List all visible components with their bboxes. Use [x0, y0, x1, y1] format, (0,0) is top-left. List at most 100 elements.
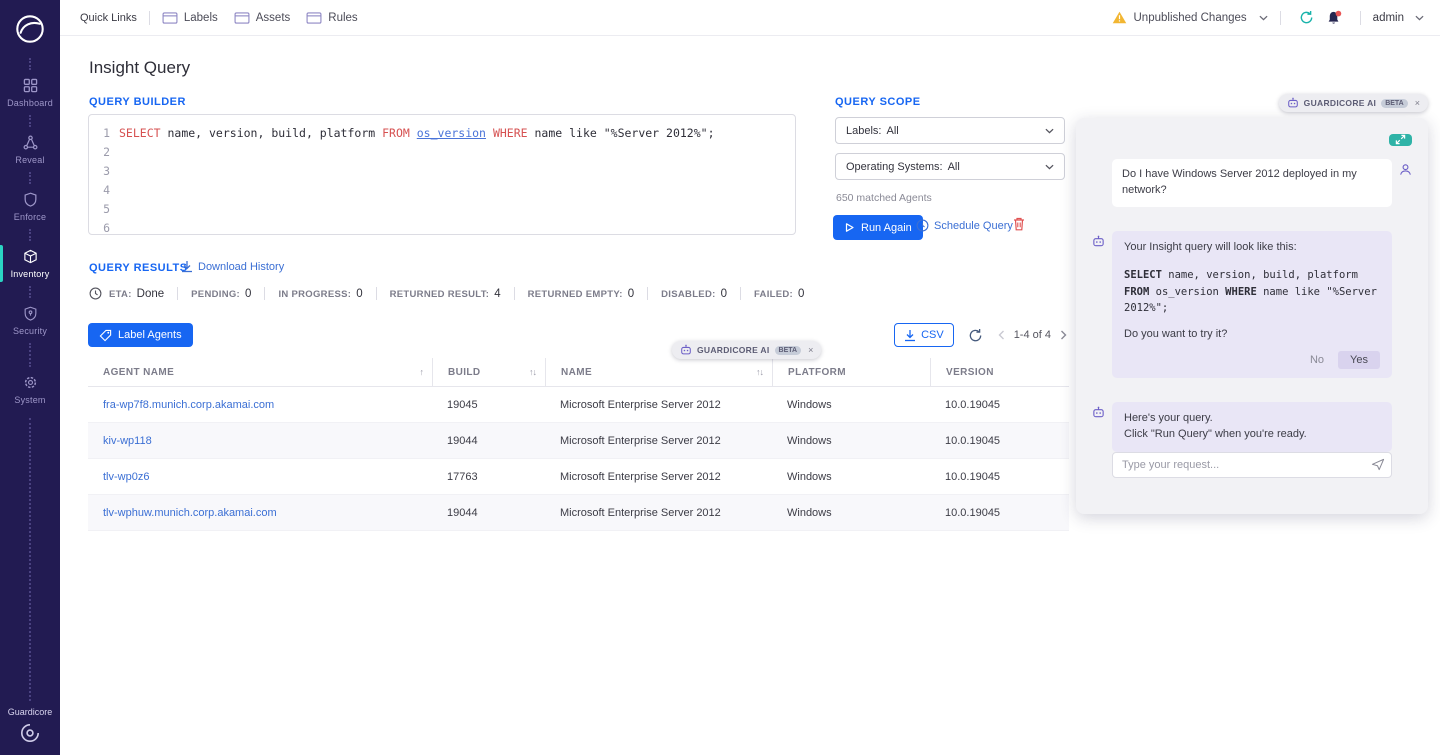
build-cell: 19045 [432, 399, 545, 411]
warning-icon [1112, 11, 1127, 24]
topbar-link-label: Assets [256, 12, 291, 24]
sort-asc-icon[interactable]: ↑ [420, 367, 424, 377]
label-agents-label: Label Agents [118, 329, 182, 341]
sidebar: Dashboard Reveal Enforce Inventory Secur… [0, 0, 60, 755]
table-header-row: AGENT NAME↑ BUILD↑↓ NAME↑↓ PLATFORM VERS… [88, 358, 1069, 387]
chevron-right-icon[interactable] [1058, 328, 1069, 342]
sort-both-icon[interactable]: ↑↓ [756, 367, 763, 377]
labels-dropdown[interactable]: Labels: All [835, 117, 1065, 144]
topbar-link-labels[interactable]: Labels [162, 12, 218, 24]
topbar-link-assets[interactable]: Assets [234, 12, 291, 24]
schedule-query-button[interactable]: Schedule Query [916, 219, 1013, 232]
export-csv-button[interactable]: CSV [894, 323, 954, 347]
sidebar-item-inventory[interactable]: Inventory [0, 241, 60, 286]
app-root: Dashboard Reveal Enforce Inventory Secur… [0, 0, 1440, 755]
ai-followup-line1: Here's your query. [1124, 411, 1380, 427]
play-icon [844, 222, 855, 233]
unpublished-changes-button[interactable]: Unpublished Changes [1112, 11, 1268, 24]
column-header-version[interactable]: VERSION [930, 358, 1069, 386]
version-cell: 10.0.19045 [930, 399, 1069, 411]
sql-space [410, 126, 417, 140]
platform-cell: Windows [772, 507, 930, 519]
table-row: tlv-wphuw.munich.corp.akamai.com 19044 M… [88, 495, 1069, 531]
guardicore-ai-chip[interactable]: GUARDICORE AI BETA × [1279, 94, 1428, 112]
sql-keyword: SELECT [119, 126, 161, 140]
divider-dots [29, 172, 31, 184]
send-icon[interactable] [1371, 458, 1385, 471]
name-cell: Microsoft Enterprise Server 2012 [545, 399, 772, 411]
build-cell: 19044 [432, 435, 545, 447]
run-again-button[interactable]: Run Again [833, 215, 923, 240]
topbar-right: Unpublished Changes admin [1112, 6, 1425, 30]
delete-query-button[interactable] [1013, 217, 1025, 231]
ai-panel-expand-button[interactable] [1389, 134, 1412, 146]
reveal-icon [23, 135, 38, 150]
sidebar-item-enforce[interactable]: Enforce [0, 184, 60, 229]
notifications-bell-button[interactable] [1320, 6, 1348, 30]
sidebar-item-system[interactable]: System [0, 367, 60, 412]
divider [647, 287, 648, 300]
akamai-logo[interactable] [0, 0, 60, 58]
dropdown-label: Labels: [846, 125, 881, 137]
sidebar-item-label: Dashboard [7, 98, 53, 108]
guardicore-ai-chip[interactable]: GUARDICORE AI BETA × [672, 341, 821, 359]
user-icon [1399, 163, 1412, 176]
sidebar-item-label: Enforce [14, 212, 46, 222]
divider-dots [29, 58, 31, 70]
trash-icon [1013, 217, 1025, 231]
agent-name-link[interactable]: kiv-wp118 [88, 435, 432, 447]
agent-name-link[interactable]: tlv-wphuw.munich.corp.akamai.com [88, 507, 432, 519]
chevron-left-icon[interactable] [996, 328, 1007, 342]
topbar-link-rules[interactable]: Rules [306, 12, 357, 24]
no-button[interactable]: No [1300, 351, 1334, 369]
agent-name-link[interactable]: tlv-wp0z6 [88, 471, 432, 483]
column-header-agent-name[interactable]: AGENT NAME↑ [88, 358, 432, 386]
line-number: 1 [97, 124, 110, 143]
topbar-link-label: Rules [328, 12, 357, 24]
line-number: 3 [97, 162, 110, 181]
yes-button[interactable]: Yes [1338, 351, 1380, 369]
operating-systems-dropdown[interactable]: Operating Systems: All [835, 153, 1065, 180]
platform-cell: Windows [772, 435, 930, 447]
sidebar-item-reveal[interactable]: Reveal [0, 127, 60, 172]
divider-dots [29, 418, 31, 701]
sql-keyword: WHERE [1225, 286, 1257, 298]
line-number: 6 [97, 219, 110, 235]
version-cell: 10.0.19045 [930, 435, 1069, 447]
gear-icon [23, 375, 38, 390]
column-header-platform[interactable]: PLATFORM [772, 358, 930, 386]
label-agents-button[interactable]: Label Agents [88, 323, 193, 347]
chat-sql-query: SELECT name, version, build, platform FR… [1124, 267, 1380, 317]
download-history-button[interactable]: Download History [181, 260, 284, 273]
sql-table-name: os_version [417, 126, 486, 140]
robot-icon [680, 344, 692, 356]
rules-icon [306, 12, 322, 24]
stat-returned-empty: RETURNED EMPTY:0 [528, 288, 635, 300]
sql-text: name, version, build, platform [1162, 269, 1358, 281]
assets-icon [234, 12, 250, 24]
agent-name-link[interactable]: fra-wp7f8.munich.corp.akamai.com [88, 399, 432, 411]
sidebar-item-dashboard[interactable]: Dashboard [0, 70, 60, 115]
schedule-query-label: Schedule Query [934, 220, 1013, 232]
sidebar-item-security[interactable]: Security [0, 298, 60, 343]
sort-both-icon[interactable]: ↑↓ [529, 367, 536, 377]
sql-keyword: SELECT [1124, 269, 1162, 281]
pagination: 1-4 of 4 [996, 328, 1069, 342]
chevron-down-icon [1259, 15, 1268, 21]
column-header-name[interactable]: NAME↑↓ [545, 358, 772, 386]
close-icon[interactable]: × [1415, 98, 1420, 108]
column-header-build[interactable]: BUILD↑↓ [432, 358, 545, 386]
user-menu[interactable]: admin [1373, 12, 1424, 24]
sync-button[interactable] [1293, 6, 1320, 29]
download-icon [181, 260, 193, 273]
close-icon[interactable]: × [808, 345, 813, 355]
chat-input[interactable] [1112, 452, 1392, 478]
stat-failed: FAILED:0 [754, 288, 804, 300]
query-editor[interactable]: 1 2 3 4 5 6 SELECT name, version, build,… [88, 114, 796, 235]
ai-intro-text: Your Insight query will look like this: [1124, 240, 1380, 256]
line-number: 2 [97, 143, 110, 162]
refresh-results-button[interactable] [968, 328, 983, 343]
sql-keyword: FROM [382, 126, 410, 140]
guardicore-logo[interactable] [20, 723, 40, 743]
results-status-bar: ETA:Done PENDING:0 IN PROGRESS:0 RETURNE… [89, 287, 804, 300]
